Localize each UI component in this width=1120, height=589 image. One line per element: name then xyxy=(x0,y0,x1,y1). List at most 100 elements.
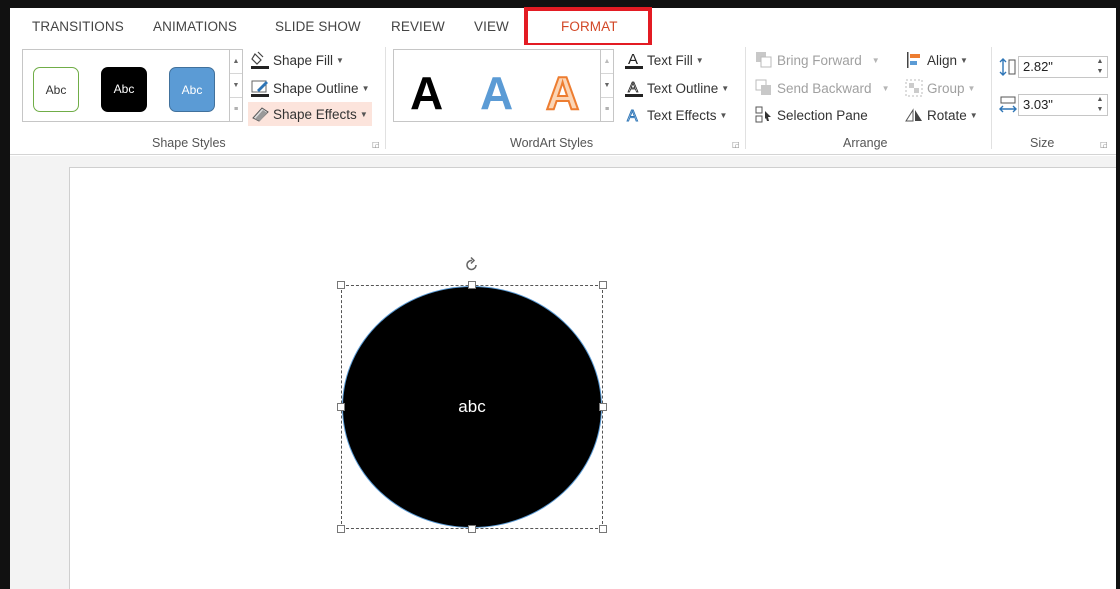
height-spinner[interactable]: ▲ ▼ xyxy=(1093,57,1107,77)
chevron-down-icon: ▼ xyxy=(719,110,728,120)
svg-text:A: A xyxy=(628,79,638,96)
shape-height-value: 2.82" xyxy=(1023,59,1053,74)
resize-handle-right[interactable] xyxy=(599,403,607,411)
text-effects-label: Text Effects xyxy=(647,107,717,123)
wordart-styles-gallery: A A A xyxy=(393,49,601,122)
selection-pane-icon xyxy=(754,105,774,125)
wordart-styles-group-label: WordArt Styles xyxy=(510,136,594,150)
chevron-down-icon: ▼ xyxy=(695,55,704,65)
chevron-down-icon: ▼ xyxy=(969,110,978,120)
wordart-sample-black[interactable]: A xyxy=(410,70,443,116)
shape-outline-label: Shape Outline xyxy=(273,80,359,96)
text-effects-button[interactable]: A Text Effects ▼ xyxy=(624,103,728,127)
group-separator xyxy=(385,47,386,149)
shape-fill-button[interactable]: Shape Fill ▼ xyxy=(250,48,344,72)
resize-handle-bottom[interactable] xyxy=(468,525,476,533)
shape-height-input[interactable]: 2.82" ▲ ▼ xyxy=(1018,56,1108,78)
dialog-launcher-icon[interactable]: ◲ xyxy=(1100,140,1109,149)
bring-forward-icon xyxy=(754,50,774,70)
paint-bucket-icon xyxy=(250,50,270,70)
gallery-scroll-up-button[interactable]: ▲ xyxy=(230,50,242,74)
resize-handle-bottom-left[interactable] xyxy=(337,525,345,533)
width-spinner[interactable]: ▲ ▼ xyxy=(1093,95,1107,115)
text-effects-icon: A xyxy=(624,105,644,126)
tab-review[interactable]: REVIEW xyxy=(391,19,445,34)
tab-transitions[interactable]: TRANSITIONS xyxy=(32,19,124,34)
tab-slide-show[interactable]: SLIDE SHOW xyxy=(275,19,361,34)
shape-style-swatch-outline[interactable]: Abc xyxy=(33,67,79,112)
text-outline-icon: A xyxy=(624,78,644,98)
shape-style-swatch-blue[interactable]: Abc xyxy=(169,67,215,112)
svg-text:A: A xyxy=(627,108,638,125)
send-backward-icon xyxy=(754,78,774,98)
dialog-launcher-icon[interactable]: ◲ xyxy=(732,140,741,149)
resize-handle-bottom-right[interactable] xyxy=(599,525,607,533)
shape-styles-group-label: Shape Styles xyxy=(152,136,226,150)
group-button[interactable]: Group ▼ xyxy=(904,76,975,100)
ribbon: Abc Abc Abc ▲ ▼ ≡ Shape Fill ▼ Shape Outl… xyxy=(10,45,1116,155)
text-fill-icon: A xyxy=(624,50,644,70)
text-fill-button[interactable]: A Text Fill ▼ xyxy=(624,48,704,72)
shape-outline-button[interactable]: Shape Outline ▼ xyxy=(250,76,369,100)
gallery-scroll-up-button[interactable]: ▲ xyxy=(601,50,613,74)
shape-text[interactable]: abc xyxy=(458,397,485,417)
selection-pane-button[interactable]: Selection Pane xyxy=(754,103,868,127)
shape-width-input[interactable]: 3.03" ▲ ▼ xyxy=(1018,94,1108,116)
bring-forward-label: Bring Forward xyxy=(777,52,862,68)
shape-effects-button[interactable]: Shape Effects ▼ xyxy=(248,102,372,126)
pencil-outline-icon xyxy=(250,78,270,98)
resize-handle-left[interactable] xyxy=(337,403,345,411)
oval-shape[interactable]: abc xyxy=(342,286,602,528)
align-button[interactable]: Align ▼ xyxy=(904,48,968,72)
align-label: Align xyxy=(927,52,958,68)
text-fill-label: Text Fill xyxy=(647,52,693,68)
resize-handle-top-left[interactable] xyxy=(337,281,345,289)
gallery-more-button[interactable]: ≡ xyxy=(230,98,242,122)
shape-width-icon xyxy=(998,95,1018,115)
group-icon xyxy=(904,78,924,98)
frame-right-border xyxy=(1116,0,1120,589)
chevron-down-icon: ▼ xyxy=(960,55,968,65)
arrange-group-label: Arrange xyxy=(843,136,888,150)
rotate-handle-icon[interactable] xyxy=(463,256,481,274)
group-separator xyxy=(991,47,992,149)
rotate-label: Rotate xyxy=(927,107,967,123)
resize-handle-top-right[interactable] xyxy=(599,281,607,289)
shape-height-icon xyxy=(998,57,1018,77)
rotate-icon xyxy=(904,105,924,125)
tab-animations[interactable]: ANIMATIONS xyxy=(153,19,237,34)
wordart-styles-gallery-scroll: ▲ ▼ ≡ xyxy=(600,49,614,122)
bring-forward-button[interactable]: Bring Forward ▼ xyxy=(754,48,880,72)
chevron-down-icon: ▼ xyxy=(361,83,370,93)
gallery-more-button[interactable]: ≡ xyxy=(601,98,613,122)
wordart-sample-orange[interactable]: A xyxy=(545,69,580,117)
align-icon xyxy=(904,50,924,70)
dialog-launcher-icon[interactable]: ◲ xyxy=(372,140,381,149)
shape-width-value: 3.03" xyxy=(1023,97,1053,112)
chevron-down-icon: ▼ xyxy=(967,83,976,93)
resize-handle-top[interactable] xyxy=(468,281,476,289)
chevron-down-icon: ▼ xyxy=(336,55,344,65)
chevron-down-icon: ▼ xyxy=(359,109,368,119)
tab-view[interactable]: VIEW xyxy=(474,19,509,34)
send-backward-label: Send Backward xyxy=(777,80,872,96)
frame-left-border xyxy=(0,0,10,589)
effects-icon xyxy=(250,104,270,124)
gallery-scroll-down-button[interactable]: ▼ xyxy=(230,74,242,98)
shape-styles-gallery-scroll: ▲ ▼ ≡ xyxy=(229,49,243,122)
shape-styles-gallery: Abc Abc Abc xyxy=(22,49,230,122)
format-tab-highlight-box xyxy=(524,7,652,47)
shape-style-swatch-black[interactable]: Abc xyxy=(101,67,147,112)
text-outline-label: Text Outline xyxy=(647,80,719,96)
shape-effects-label: Shape Effects xyxy=(273,106,357,122)
wordart-sample-blue[interactable]: A xyxy=(480,70,513,116)
text-outline-button[interactable]: A Text Outline ▼ xyxy=(624,76,729,100)
send-backward-button[interactable]: Send Backward ▼ xyxy=(754,76,889,100)
chevron-down-icon: ▼ xyxy=(721,83,730,93)
svg-text:A: A xyxy=(628,51,638,68)
shape-fill-label: Shape Fill xyxy=(273,52,334,68)
gallery-scroll-down-button[interactable]: ▼ xyxy=(601,74,613,98)
group-separator xyxy=(745,47,746,149)
chevron-down-icon: ▼ xyxy=(871,55,880,65)
rotate-button[interactable]: Rotate ▼ xyxy=(904,103,978,127)
